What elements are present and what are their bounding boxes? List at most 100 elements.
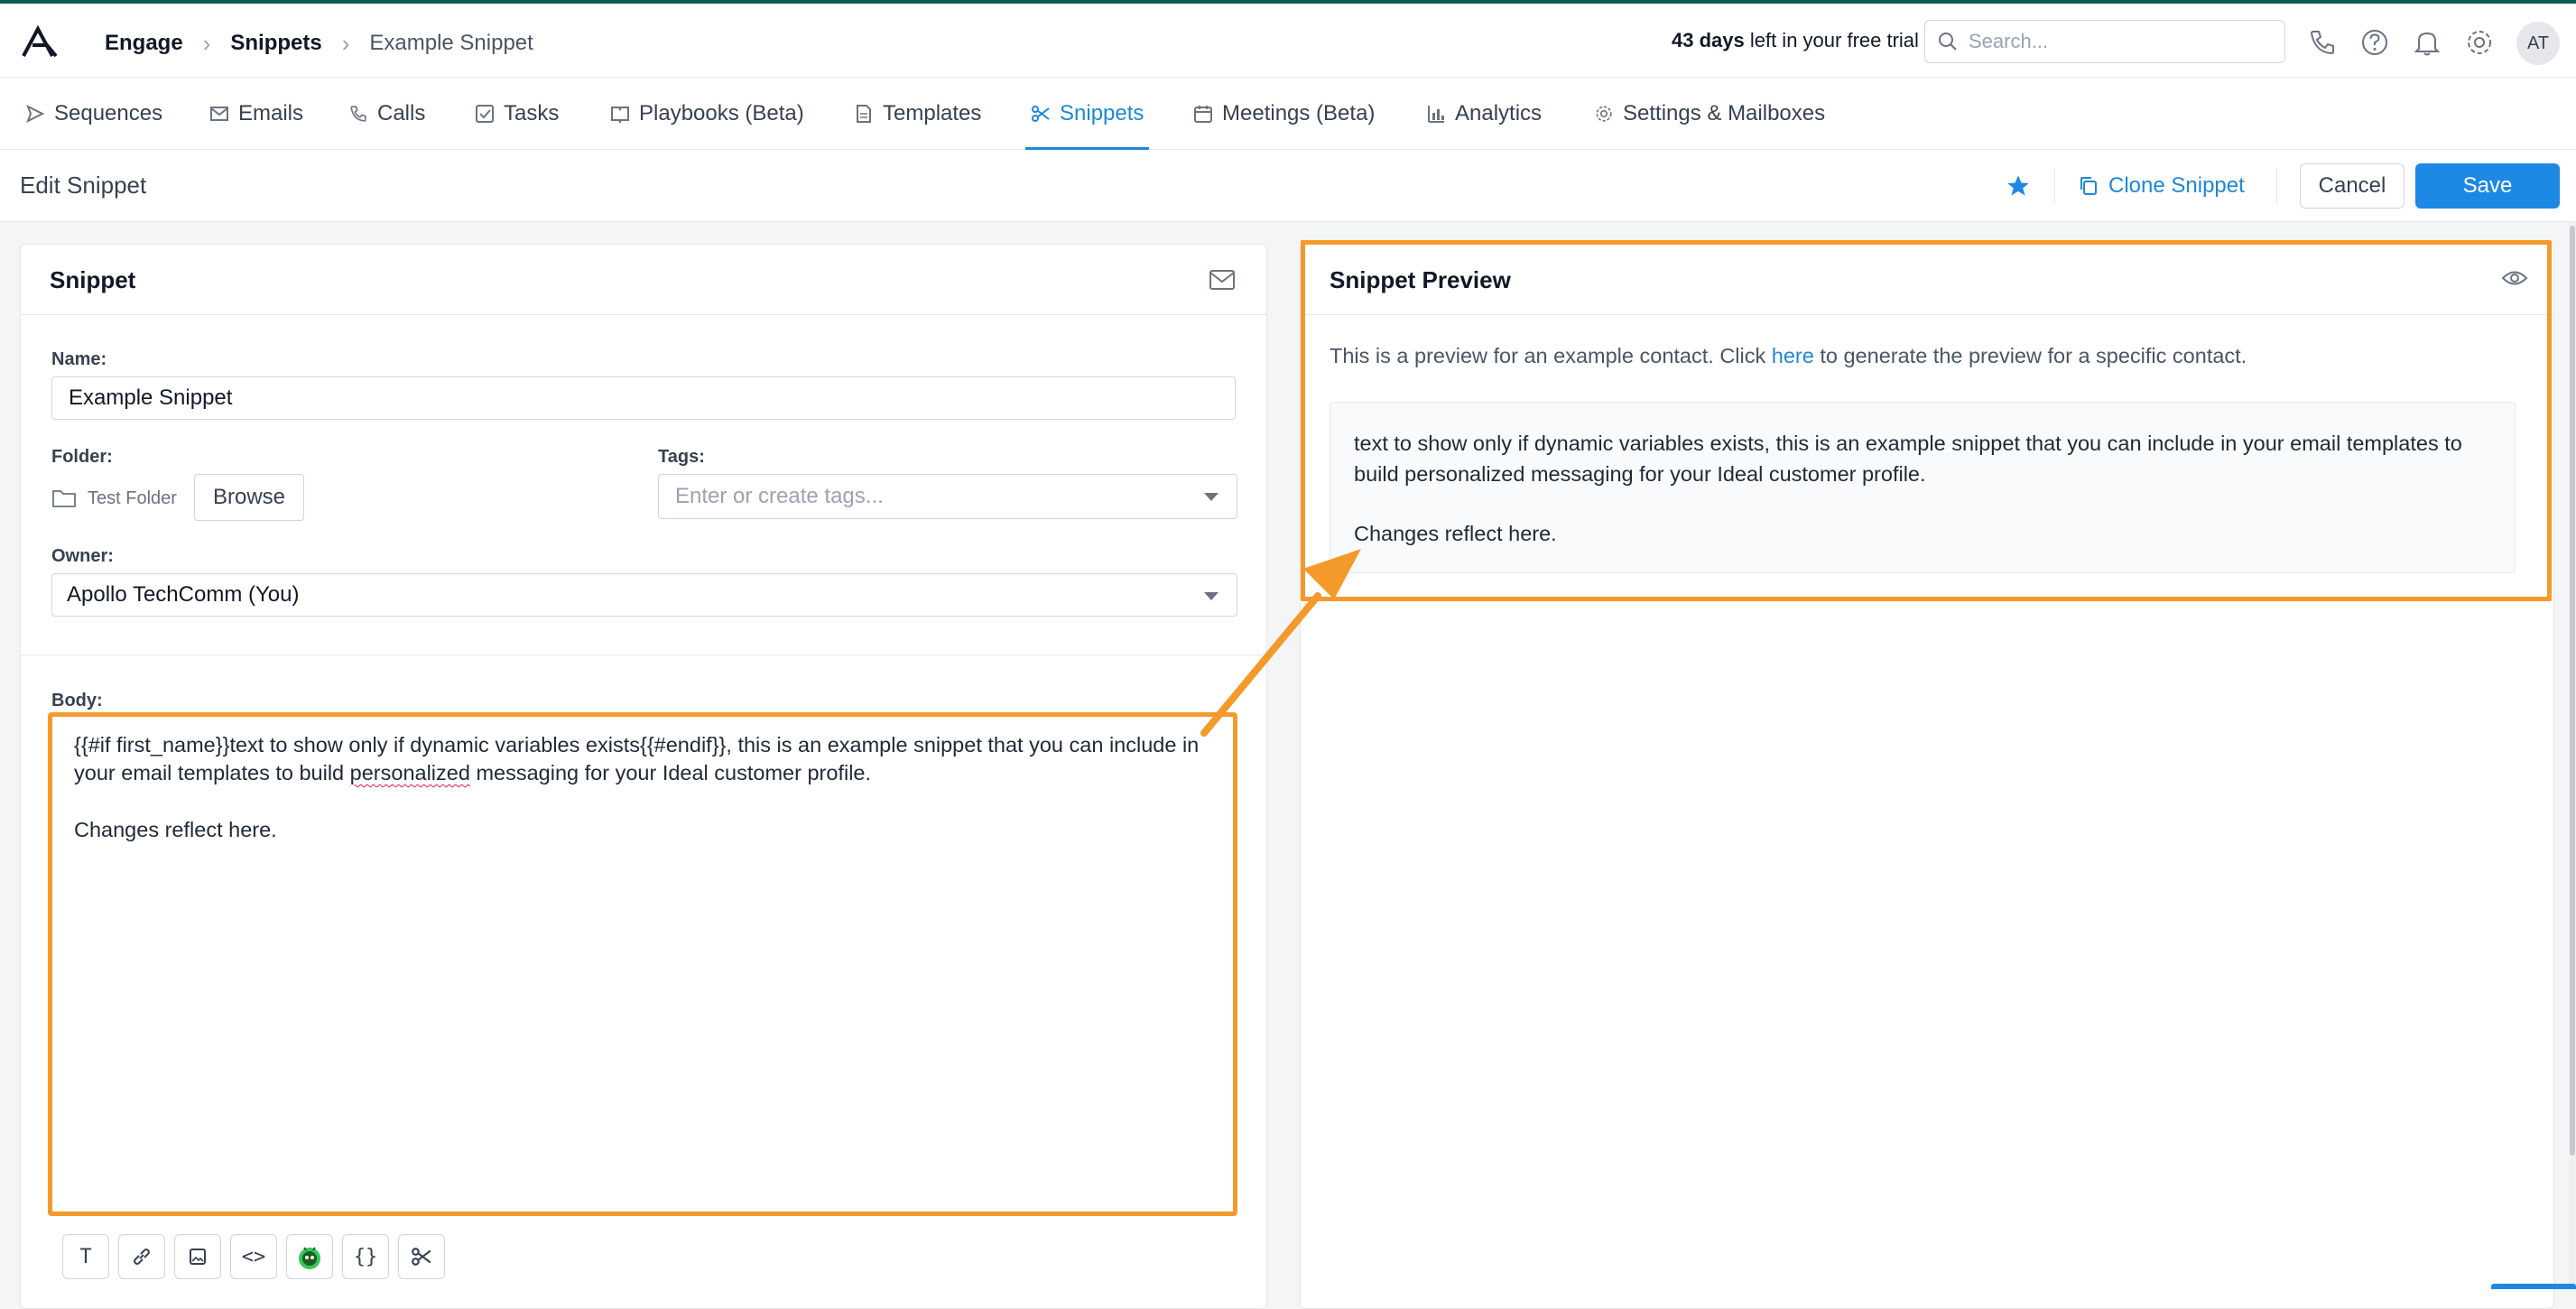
apollo-logo-icon[interactable] [20, 25, 60, 58]
scissors-icon [1032, 106, 1050, 122]
browse-button[interactable]: Browse [194, 474, 304, 521]
tab-label: Sequences [54, 101, 163, 125]
divider [2276, 168, 2277, 204]
tab-snippets[interactable]: Snippets [1024, 78, 1150, 150]
tab-label: Snippets [1060, 101, 1144, 125]
bar-chart-icon [1428, 106, 1444, 123]
chevron-down-icon[interactable] [1204, 493, 1219, 501]
preview-content: text to show only if dynamic variables e… [1330, 402, 2516, 573]
owner-value: Apollo TechComm (You) [67, 582, 300, 607]
tab-label: Templates [883, 101, 982, 125]
snippet-card-title: Snippet [50, 266, 136, 293]
tags-label: Tags: [658, 447, 705, 467]
spellcheck-word: personalized [349, 761, 470, 784]
robot-icon [299, 1247, 320, 1269]
breadcrumb-engage[interactable]: Engage [105, 31, 183, 56]
code-view-button[interactable]: <> [230, 1234, 277, 1279]
tab-templates[interactable]: Templates [854, 78, 981, 150]
tab-label: Emails [238, 101, 304, 125]
chevron-down-icon[interactable] [1204, 592, 1219, 600]
tab-label: Tasks [504, 101, 560, 125]
send-icon [26, 104, 45, 124]
clone-label: Clone Snippet [2108, 173, 2245, 198]
mail-icon [210, 107, 228, 121]
body-paragraph-1: {{#if first_name}}text to show only if d… [74, 731, 1211, 787]
search-input[interactable] [1967, 29, 2256, 54]
mail-icon[interactable] [1209, 268, 1236, 292]
eye-icon[interactable] [2501, 268, 2528, 288]
scrollbar-thumb[interactable] [2570, 226, 2575, 1156]
breadcrumb: Engage › Snippets › Example Snippet [105, 25, 533, 61]
page-title: Edit Snippet [20, 172, 147, 199]
tags-input[interactable] [673, 483, 1237, 510]
trial-days: 43 days [1672, 29, 1745, 51]
phone-icon[interactable] [2307, 27, 2338, 58]
editor-toolbar: T <> {} [62, 1234, 445, 1279]
tab-calls[interactable]: Calls [348, 78, 425, 150]
chevron-right-icon: › [341, 29, 350, 57]
preview-paragraph-2: Changes reflect here. [1354, 522, 1557, 545]
gear-icon [1596, 106, 1612, 122]
document-icon [857, 105, 871, 123]
preview-note: This is a preview for an example contact… [1330, 344, 2247, 368]
tab-meetings[interactable]: Meetings (Beta) [1193, 78, 1375, 150]
tags-select[interactable] [658, 474, 1237, 519]
braces-icon: {} [353, 1245, 378, 1268]
tab-label: Meetings (Beta) [1222, 101, 1376, 125]
text-format-button[interactable]: T [62, 1234, 109, 1279]
star-icon[interactable] [2006, 173, 2031, 199]
breadcrumb-snippets[interactable]: Snippets [230, 31, 321, 56]
gear-icon[interactable] [2464, 27, 2495, 58]
checkbox-icon [476, 105, 494, 123]
page-toolbar: Edit Snippet Clone Snippet Cancel Save [0, 150, 2576, 222]
user-avatar[interactable]: AT [2516, 22, 2560, 65]
link-icon [134, 1249, 150, 1265]
body-text-end: messaging for your Ideal customer profil… [469, 761, 872, 784]
snippet-preview-card: Snippet Preview This is a preview for an… [1300, 244, 2554, 1309]
name-field[interactable] [51, 376, 1236, 420]
folder-value: Test Folder [88, 487, 177, 508]
main-nav: Sequences Emails Calls Tasks Playbooks (… [0, 78, 2576, 150]
tab-label: Analytics [1455, 101, 1543, 125]
floating-widget-edge[interactable] [2491, 1284, 2576, 1289]
global-search[interactable] [1924, 20, 2285, 63]
folder-icon [52, 490, 76, 507]
search-icon [1939, 32, 1957, 51]
tab-analytics[interactable]: Analytics [1426, 78, 1542, 150]
tab-sequences[interactable]: Sequences [25, 78, 162, 150]
insert-snippet-button[interactable] [398, 1234, 445, 1279]
tab-playbooks[interactable]: Playbooks (Beta) [610, 78, 804, 150]
cancel-button[interactable]: Cancel [2300, 163, 2405, 209]
snippet-card-header: Snippet [21, 245, 1266, 315]
body-label: Body: [51, 691, 103, 710]
preview-card-header: Snippet Preview [1301, 245, 2553, 315]
clone-snippet-button[interactable]: Clone Snippet [2078, 168, 2245, 204]
tab-emails[interactable]: Emails [209, 78, 303, 150]
folder-display: Test Folder [51, 476, 177, 521]
insert-image-button[interactable] [174, 1234, 221, 1279]
name-label: Name: [51, 349, 107, 369]
insert-variable-button[interactable]: {} [342, 1234, 389, 1279]
owner-select[interactable]: Apollo TechComm (You) [51, 573, 1237, 617]
code-icon: <> [241, 1245, 266, 1268]
tab-label: Playbooks (Beta) [639, 101, 804, 125]
tab-tasks[interactable]: Tasks [475, 78, 559, 150]
chevron-right-icon: › [202, 29, 211, 57]
name-input[interactable] [67, 385, 1235, 412]
book-icon [611, 107, 629, 124]
image-icon [190, 1249, 206, 1265]
save-button[interactable]: Save [2415, 163, 2560, 209]
ai-assistant-button[interactable] [286, 1234, 333, 1279]
trial-notice: 43 days left in your free trial [1672, 29, 1919, 52]
help-icon[interactable] [2359, 27, 2390, 58]
body-editor[interactable]: {{#if first_name}}text to show only if d… [48, 712, 1237, 1216]
trial-suffix: left in your free trial [1744, 29, 1919, 51]
insert-link-button[interactable] [118, 1234, 165, 1279]
tab-settings-mailboxes[interactable]: Settings & Mailboxes [1594, 78, 1825, 150]
bell-icon[interactable] [2412, 27, 2442, 58]
text-format-icon: T [79, 1245, 92, 1268]
generate-preview-link[interactable]: here [1772, 344, 1814, 367]
snippet-editor-card: Snippet Name: Folder: Test Folder Browse… [20, 244, 1267, 1309]
